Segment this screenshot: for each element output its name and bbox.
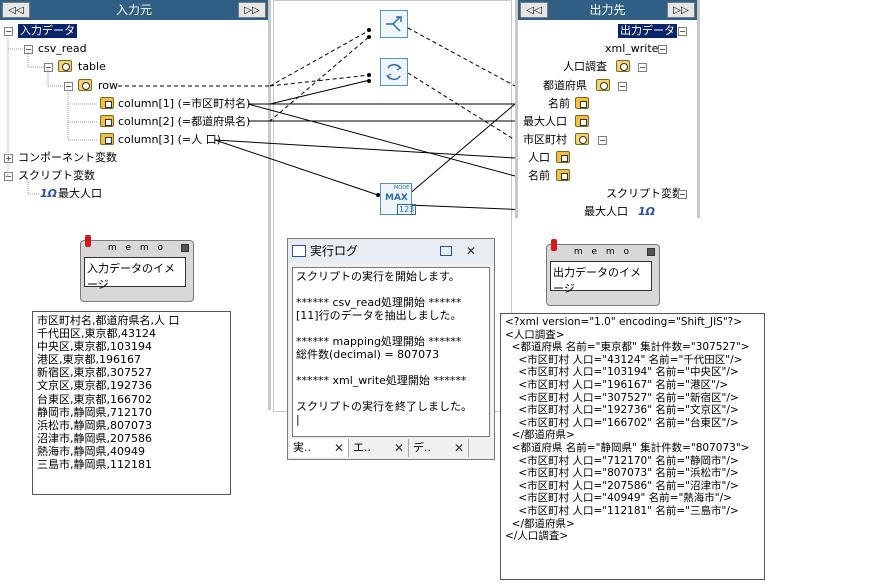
log-body[interactable]: スクリプトの実行を開始します。 ****** csv_read処理開始 ****… bbox=[292, 267, 490, 437]
tab-error[interactable]: エ.. ✕ bbox=[350, 439, 409, 457]
tab-debug[interactable]: デ.. ✕ bbox=[410, 439, 469, 457]
tree-node-script-vars[interactable]: スクリプト変数 bbox=[606, 187, 683, 201]
max-function-icon[interactable]: MODE MAX 123 bbox=[380, 183, 417, 215]
tree-node-prefecture[interactable]: 都道府県 bbox=[543, 79, 587, 93]
memo-input[interactable]: m e m o 入力データのイメージ bbox=[80, 235, 194, 302]
tree-node-name[interactable]: 名前 bbox=[528, 169, 550, 183]
memo-text[interactable]: 入力データのイメージ bbox=[84, 257, 186, 291]
max-label: MAX bbox=[385, 193, 408, 203]
attribute-icon bbox=[575, 97, 589, 109]
tree-node-max-population[interactable]: 最大人口 bbox=[523, 115, 567, 129]
tab-label: エ.. bbox=[353, 441, 371, 454]
maximize-icon[interactable] bbox=[647, 248, 655, 256]
close-icon[interactable]: ✕ bbox=[394, 439, 404, 457]
restore-icon[interactable] bbox=[440, 246, 452, 256]
log-title: 実行ログ bbox=[310, 244, 359, 258]
tree-node-xml-write[interactable]: xml_write bbox=[605, 42, 658, 56]
number-label: 123 bbox=[397, 204, 417, 215]
execution-log-window: 実行ログ ✕ スクリプトの実行を開始します。 ****** csv_read処理… bbox=[287, 238, 495, 460]
close-icon[interactable]: ✕ bbox=[334, 439, 344, 457]
memo-output[interactable]: m e m o 出力データのイメージ bbox=[546, 239, 660, 306]
output-target-panel: ◁◁ 出力先 ▷▷ 出力データ − xml_write − 人口調査 − 都道府… bbox=[515, 0, 700, 218]
close-icon[interactable]: ✕ bbox=[454, 439, 464, 457]
maximize-icon[interactable] bbox=[181, 244, 189, 252]
mapping-function-icon[interactable] bbox=[380, 10, 408, 38]
memo-text[interactable]: 出力データのイメージ bbox=[550, 261, 652, 295]
prev-button[interactable]: ◁◁ bbox=[520, 2, 548, 18]
close-icon[interactable]: ✕ bbox=[466, 239, 476, 263]
tree-node-city[interactable]: 市区町村 bbox=[523, 133, 567, 147]
mode-label: MODE bbox=[394, 185, 410, 191]
collapse-toggle[interactable]: − bbox=[598, 136, 607, 145]
log-icon bbox=[292, 245, 306, 257]
attribute-icon bbox=[556, 169, 570, 181]
input-sample-text[interactable]: 市区町村名,都道府県名,人 口 千代田区,東京都,43124 中央区,東京都,1… bbox=[32, 311, 231, 495]
memo-title: m e m o bbox=[573, 247, 633, 257]
tab-execution[interactable]: 実.. ✕ bbox=[290, 439, 349, 457]
variable-icon: 1Ω bbox=[638, 205, 656, 218]
arrow-split-icon bbox=[386, 16, 402, 32]
collapse-toggle[interactable]: − bbox=[618, 82, 627, 91]
tree-node-max-pop[interactable]: 最大人口 bbox=[584, 205, 628, 219]
collapse-toggle[interactable]: − bbox=[678, 190, 687, 199]
tab-label: デ.. bbox=[413, 441, 431, 454]
tree-node-survey[interactable]: 人口調査 bbox=[563, 60, 607, 74]
output-xml-sample[interactable]: <?xml version="1.0" encoding="Shift_JIS"… bbox=[500, 313, 765, 580]
collapse-toggle[interactable]: − bbox=[638, 63, 647, 72]
attribute-icon bbox=[575, 115, 589, 127]
log-titlebar: 実行ログ ✕ bbox=[288, 239, 494, 263]
output-panel-header: ◁◁ 出力先 ▷▷ bbox=[518, 0, 697, 20]
output-panel-title: 出力先 bbox=[589, 3, 626, 17]
table-icon bbox=[616, 60, 630, 72]
tree-node-name[interactable]: 名前 bbox=[548, 97, 570, 111]
tree-node-population[interactable]: 人口 bbox=[528, 151, 550, 165]
collapse-toggle[interactable]: − bbox=[678, 27, 687, 36]
row-icon bbox=[596, 79, 610, 91]
tab-label: 実.. bbox=[293, 441, 311, 454]
cycle-icon bbox=[386, 63, 402, 81]
next-button[interactable]: ▷▷ bbox=[667, 2, 695, 18]
mapping-function-icon[interactable] bbox=[380, 58, 408, 86]
collapse-toggle[interactable]: − bbox=[658, 45, 667, 54]
attribute-icon bbox=[556, 151, 570, 163]
memo-title: m e m o bbox=[107, 243, 167, 253]
tree-node-output-data[interactable]: 出力データ bbox=[618, 24, 677, 38]
row-icon bbox=[575, 133, 589, 145]
